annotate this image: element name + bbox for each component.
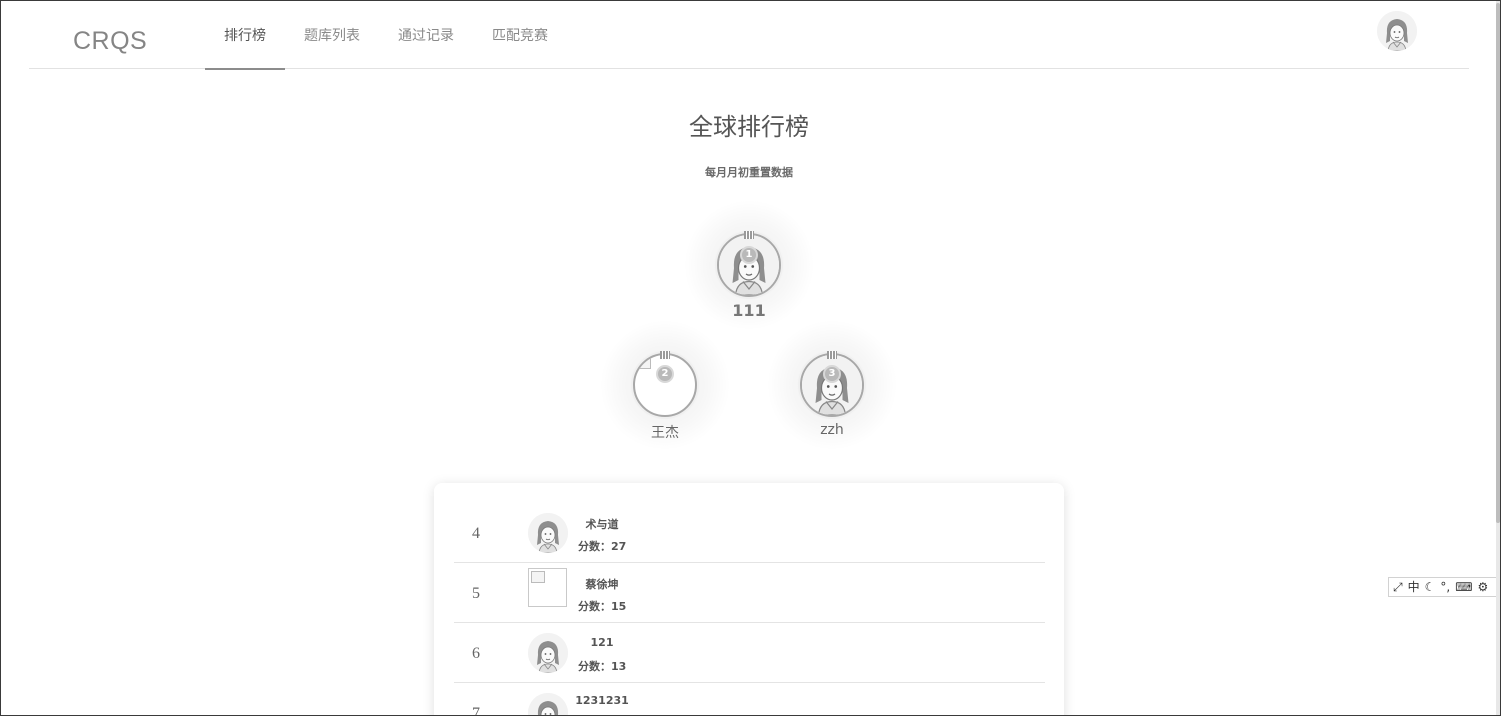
rank-number: 4 — [472, 525, 480, 542]
ranking-row[interactable]: 4 术与道 分数：27 — [454, 503, 1045, 563]
app-window: CRQS 排行榜 题库列表 通过记录 匹配竞赛 全球排行榜 每月月初重置数据 1… — [0, 0, 1501, 716]
podium-first-avatar[interactable] — [717, 233, 781, 297]
nav-item-leaderboard[interactable]: 排行榜 — [205, 1, 285, 70]
medal-first-badge: 1 — [740, 246, 758, 264]
podium-second-name: 王杰 — [651, 425, 679, 441]
user-avatar-icon — [1377, 11, 1417, 51]
ranking-row[interactable]: 7 1231231 — [454, 683, 1045, 716]
row-score: 分数：13 — [578, 660, 627, 673]
medal-ribbon-icon — [744, 231, 754, 239]
girl-avatar-icon — [719, 235, 779, 295]
ime-mode-toggle[interactable]: 中 — [1408, 578, 1420, 596]
medal-third-badge: 3 — [823, 365, 841, 383]
nav-item-match-contest[interactable]: 匹配竞赛 — [473, 1, 567, 69]
podium-second-avatar[interactable] — [633, 353, 697, 417]
row-username: 蔡徐坤 — [585, 578, 619, 591]
row-avatar[interactable] — [528, 633, 568, 673]
row-username: 121 — [590, 636, 614, 649]
user-avatar[interactable] — [1377, 11, 1417, 51]
page-subtitle: 每月月初重置数据 — [705, 166, 793, 179]
nav-item-problem-list[interactable]: 题库列表 — [285, 1, 379, 69]
scrollbar-thumb[interactable] — [1496, 3, 1500, 523]
app-logo[interactable]: CRQS — [73, 27, 147, 56]
rank-number: 5 — [472, 585, 480, 602]
medal-ribbon-icon — [827, 351, 837, 359]
moon-icon[interactable]: ☾ — [1425, 578, 1436, 596]
girl-avatar-icon — [528, 513, 568, 553]
medal-ribbon-icon — [660, 351, 670, 359]
rank-number: 7 — [472, 705, 480, 716]
ranking-row[interactable]: 5 蔡徐坤 分数：15 — [454, 563, 1045, 623]
row-score: 分数：27 — [578, 540, 627, 553]
girl-avatar-icon — [528, 633, 568, 673]
podium-first-name: 111 — [732, 301, 766, 320]
girl-avatar-icon — [802, 355, 862, 415]
ime-toolbar: ⤢ 中 ☾ °, ⌨ ⚙ — [1388, 577, 1500, 597]
page-title: 全球排行榜 — [689, 113, 809, 141]
row-avatar[interactable] — [528, 693, 568, 716]
punctuation-icon[interactable]: °, — [1440, 578, 1450, 596]
rank-number: 6 — [472, 645, 480, 662]
girl-avatar-icon — [528, 693, 568, 716]
settings-icon[interactable]: ⚙ — [1478, 578, 1489, 596]
row-avatar[interactable] — [528, 513, 568, 553]
row-username: 1231231 — [575, 694, 629, 707]
top-navbar: CRQS 排行榜 题库列表 通过记录 匹配竞赛 — [29, 1, 1469, 70]
nav-item-pass-records[interactable]: 通过记录 — [379, 1, 473, 69]
main-nav: 排行榜 题库列表 通过记录 匹配竞赛 — [205, 1, 567, 70]
medal-second-badge: 2 — [656, 365, 674, 383]
row-score: 分数：15 — [578, 600, 627, 613]
broken-image-icon — [637, 357, 651, 369]
ranking-row[interactable]: 6 121 分数：13 — [454, 623, 1045, 683]
vertical-scrollbar[interactable] — [1496, 1, 1500, 715]
row-avatar-broken[interactable] — [528, 568, 567, 607]
ranking-list-card: 4 术与道 分数：27 5 蔡徐坤 分数：15 6 121 分数：13 7 12… — [434, 483, 1064, 716]
keyboard-icon[interactable]: ⌨ — [1455, 578, 1472, 596]
row-username: 术与道 — [585, 518, 619, 531]
podium-third-name: zzh — [820, 422, 844, 438]
podium-third-avatar[interactable] — [800, 353, 864, 417]
broken-image-icon — [531, 571, 545, 583]
expand-icon[interactable]: ⤢ — [1393, 578, 1403, 596]
